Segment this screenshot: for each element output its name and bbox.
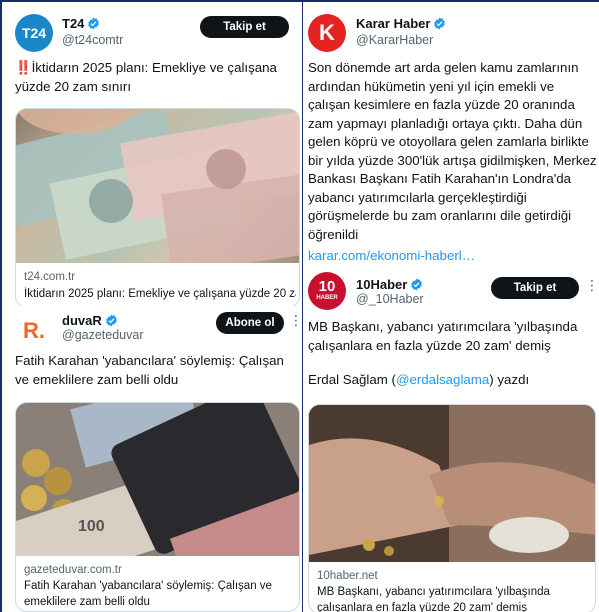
tweet-karar-haber[interactable]: K Karar Haber @KararHaber Son dönemde ar… bbox=[303, 2, 599, 266]
calculator-banknotes-photo: 100 bbox=[16, 403, 299, 556]
author-name[interactable]: 10Haber bbox=[356, 277, 423, 292]
t24-avatar[interactable]: T24 bbox=[15, 14, 53, 52]
svg-text:100: 100 bbox=[78, 518, 105, 535]
verified-badge-icon bbox=[410, 278, 423, 291]
verified-badge-icon bbox=[87, 17, 100, 30]
author-name[interactable]: T24 bbox=[62, 16, 100, 31]
more-options-icon[interactable]: ⋮ bbox=[585, 277, 599, 294]
tweet-text-credit: Erdal Sağlam (@erdalsaglama) yazdı bbox=[308, 372, 530, 387]
subscribe-button[interactable]: Abone ol bbox=[216, 312, 284, 334]
link-card[interactable]: 10haber.net MB Başkanı, yabancı yatırımc… bbox=[308, 404, 596, 612]
tweet-10haber[interactable]: 10 HABER 10Haber @_10Haber Takip et ⋮ MB… bbox=[303, 266, 599, 612]
elderly-hand-coins-photo bbox=[309, 405, 595, 562]
duvar-avatar[interactable]: R. bbox=[15, 312, 53, 350]
10haber-avatar[interactable]: 10 HABER bbox=[308, 272, 346, 310]
card-title: İktidarın 2025 planı: Emekliye ve çalışa… bbox=[24, 288, 296, 300]
author-handle[interactable]: @t24comtr bbox=[62, 33, 123, 47]
tweet-duvar[interactable]: R. duvaR @gazeteduvar Abone ol ⋮ Fatih K… bbox=[2, 306, 302, 612]
card-domain: t24.com.tr bbox=[24, 271, 76, 283]
author-name[interactable]: duvaR bbox=[62, 313, 118, 328]
link-card[interactable]: 100 gazeteduvar.com.tr Fatih Karahan 'ya… bbox=[15, 402, 300, 612]
tweet-text: MB Başkanı, yabancı yatırımcılara 'yılba… bbox=[308, 319, 578, 353]
verified-badge-icon bbox=[105, 314, 118, 327]
karar-avatar[interactable]: K bbox=[308, 14, 346, 52]
author-handle[interactable]: @gazeteduvar bbox=[62, 328, 144, 342]
link-card[interactable]: t24.com.tr İktidarın 2025 planı: Emekliy… bbox=[15, 108, 300, 306]
card-title: MB Başkanı, yabancı yatırımcılara 'yılba… bbox=[317, 586, 550, 612]
banknotes-photo bbox=[16, 109, 299, 263]
card-domain: gazeteduvar.com.tr bbox=[24, 564, 122, 576]
verified-badge-icon bbox=[433, 17, 446, 30]
mention-link[interactable]: @erdalsaglama bbox=[396, 372, 489, 387]
follow-button[interactable]: Takip et bbox=[491, 277, 579, 299]
card-title: Fatih Karahan 'yabancılara' söylemiş: Ça… bbox=[24, 580, 272, 608]
tweet-text: Fatih Karahan 'yabancılara' söylemiş: Ça… bbox=[15, 353, 284, 387]
follow-button[interactable]: Takip et bbox=[200, 16, 289, 38]
author-name[interactable]: Karar Haber bbox=[356, 16, 446, 31]
author-handle[interactable]: @_10Haber bbox=[356, 292, 424, 306]
tweet-text: ‼️İktidarın 2025 planı: Emekliye ve çalı… bbox=[15, 60, 277, 94]
card-domain: 10haber.net bbox=[317, 570, 378, 582]
tweet-t24[interactable]: T24 T24 @t24comtr Takip et ‼️İktidarın 2… bbox=[2, 2, 302, 306]
more-options-icon[interactable]: ⋮ bbox=[289, 312, 302, 329]
article-link[interactable]: karar.com/ekonomi-haberl… bbox=[308, 247, 593, 266]
tweet-text: Son dönemde art arda gelen kamu zamların… bbox=[308, 60, 597, 242]
author-handle[interactable]: @KararHaber bbox=[356, 33, 433, 47]
double-exclamation-icon: ‼️ bbox=[15, 60, 32, 75]
